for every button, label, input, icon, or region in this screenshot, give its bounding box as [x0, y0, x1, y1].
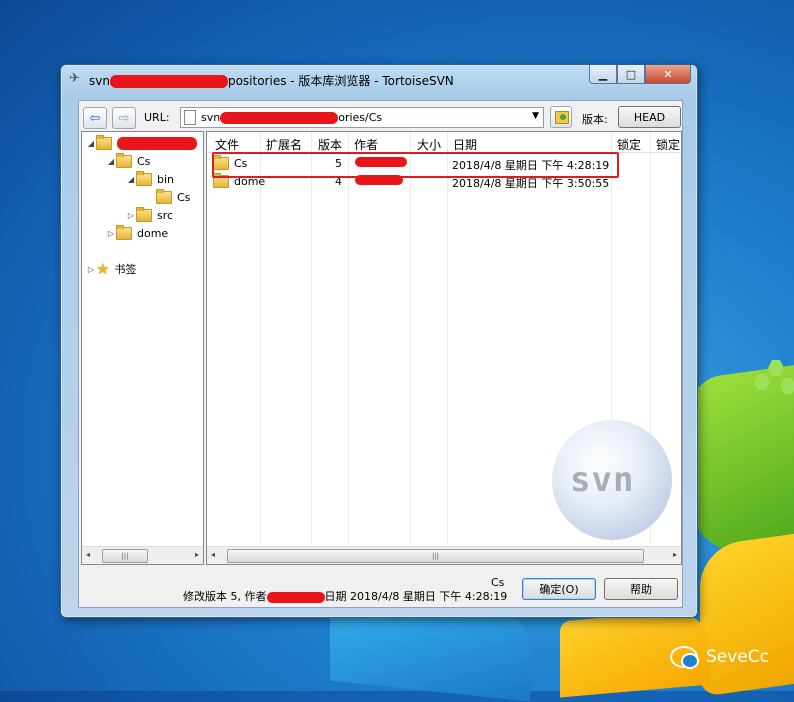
column-header-lock-2[interactable]: 锁定 — [656, 136, 680, 153]
tree-item-dome[interactable]: ▷ dome — [106, 224, 169, 241]
column-header-author[interactable]: 作者 — [354, 136, 378, 153]
column-header-lock[interactable]: 锁定 — [617, 136, 641, 153]
tree-item-cs[interactable]: ◢ Cs — [106, 152, 151, 169]
toolbar: ⇦ ⇨ URL: svn ories/Cs ▼ 版本: HEAD — [79, 101, 682, 131]
maximize-button[interactable]: □ — [617, 65, 645, 84]
collapsed-icon[interactable]: ▷ — [126, 211, 136, 220]
desktop-decoration — [750, 360, 794, 400]
folder-icon — [116, 224, 132, 240]
tortoise-icon: ✈ — [69, 71, 80, 86]
arrow-left-icon: ⇦ — [89, 110, 101, 126]
list-header: 文件 扩展名 版本 作者 大小 日期 锁定 锁定 — [207, 132, 681, 153]
tree-item-bin[interactable]: ◢ bin — [126, 170, 175, 187]
column-divider — [410, 132, 411, 544]
tree-item-label: src — [157, 208, 174, 222]
expanded-icon[interactable]: ◢ — [106, 157, 116, 166]
head-button[interactable]: HEAD — [618, 106, 681, 128]
expanded-icon[interactable]: ◢ — [86, 139, 96, 148]
scroll-left-icon[interactable]: ◂ — [211, 550, 215, 559]
title-bar[interactable]: ✈ svn positories - 版本库浏览器 - TortoiseSVN ▁… — [61, 65, 697, 93]
wechat-icon — [670, 646, 699, 669]
collapsed-icon[interactable]: ▷ — [86, 265, 96, 274]
back-button[interactable]: ⇦ — [83, 107, 107, 129]
window-client: ⇦ ⇨ URL: svnories/Cs ▼ 版本: HEAD ◢ ◢ Cs — [78, 100, 683, 608]
window-title: svn positories - 版本库浏览器 - TortoiseSVN — [89, 74, 454, 88]
tree-item-src[interactable]: ▷ src — [126, 206, 174, 223]
repo-browser-window: ✈ svn positories - 版本库浏览器 - TortoiseSVN ▁… — [60, 64, 698, 618]
collapsed-icon[interactable]: ▷ — [106, 229, 116, 238]
redaction-mark — [117, 136, 197, 150]
file-list[interactable]: 文件 扩展名 版本 作者 大小 日期 锁定 锁定 Cs 5 2018/4/8 星… — [206, 131, 682, 565]
tree-item-bin-cs[interactable]: Cs — [146, 188, 191, 205]
minimize-icon: ▁ — [598, 67, 608, 81]
dropdown-arrow-icon[interactable]: ▼ — [532, 111, 539, 121]
help-button[interactable]: 帮助 — [604, 578, 678, 600]
svn-logo: svn — [552, 420, 672, 540]
forward-button[interactable]: ⇨ — [112, 107, 136, 129]
scroll-right-icon[interactable]: ▸ — [195, 550, 199, 559]
revision-label: 版本: — [582, 113, 608, 126]
url-label: URL: — [144, 111, 170, 124]
folder-icon — [156, 188, 172, 204]
highlight-annotation — [212, 152, 619, 178]
list-horizontal-scrollbar[interactable]: ◂ ||| ▸ — [207, 546, 681, 564]
tree-horizontal-scrollbar[interactable]: ◂ ||| ▸ — [82, 546, 203, 564]
tree-item-label: 书签 — [114, 263, 137, 276]
tree-item-bookmarks[interactable]: ▷ ★ 书签 — [86, 260, 137, 278]
scroll-thumb[interactable]: ||| — [227, 549, 644, 563]
status-text: 修改版本 5, 作者 日期 2018/4/8 星期日 下午 4:28:19 — [183, 590, 508, 603]
tree-item-label: Cs — [137, 154, 151, 168]
folder-refresh-icon — [555, 111, 569, 124]
url-value: svn ories/Cs — [201, 111, 383, 124]
tree-item-root[interactable]: ◢ — [86, 134, 197, 151]
column-divider — [447, 132, 448, 544]
folder-icon — [116, 152, 132, 168]
watermark: SeveCc — [670, 646, 769, 669]
column-header-extension[interactable]: 扩展名 — [266, 136, 302, 153]
column-header-size[interactable]: 大小 — [417, 136, 441, 153]
close-icon: ✕ — [663, 67, 673, 81]
ok-button[interactable]: 确定(O) — [522, 578, 596, 600]
redaction-mark — [220, 112, 339, 124]
folder-icon — [136, 170, 152, 186]
column-header-revision[interactable]: 版本 — [318, 136, 342, 153]
column-divider — [260, 132, 261, 544]
tree-item-label: dome — [137, 226, 169, 240]
star-icon: ★ — [96, 260, 110, 278]
tree-item-label: bin — [157, 172, 175, 186]
arrow-right-icon: ⇨ — [118, 110, 130, 126]
minimize-button[interactable]: ▁ — [589, 65, 617, 84]
maximize-icon: □ — [625, 67, 637, 81]
scroll-thumb[interactable]: ||| — [102, 549, 148, 563]
close-button[interactable]: ✕ — [645, 65, 691, 84]
folder-icon — [136, 206, 152, 222]
redaction-mark — [109, 75, 228, 88]
scroll-left-icon[interactable]: ◂ — [86, 550, 90, 559]
column-header-file[interactable]: 文件 — [215, 136, 239, 153]
document-icon — [184, 110, 196, 125]
revision-picker-button[interactable] — [550, 106, 572, 128]
expanded-icon[interactable]: ◢ — [126, 175, 136, 184]
url-combobox[interactable]: svn ories/Cs ▼ — [180, 107, 544, 128]
column-divider — [311, 132, 312, 544]
folder-icon — [96, 134, 112, 150]
repository-tree[interactable]: ◢ ◢ Cs ◢ bin Cs ▷ src ▷ dome ▷ ★ 书签 ◂ ||… — [81, 131, 204, 565]
scroll-right-icon[interactable]: ▸ — [673, 550, 677, 559]
column-header-date[interactable]: 日期 — [453, 136, 477, 153]
redaction-mark — [266, 591, 325, 603]
tree-item-label: Cs — [177, 190, 191, 204]
column-divider — [348, 132, 349, 544]
desktop-decoration — [700, 532, 794, 698]
